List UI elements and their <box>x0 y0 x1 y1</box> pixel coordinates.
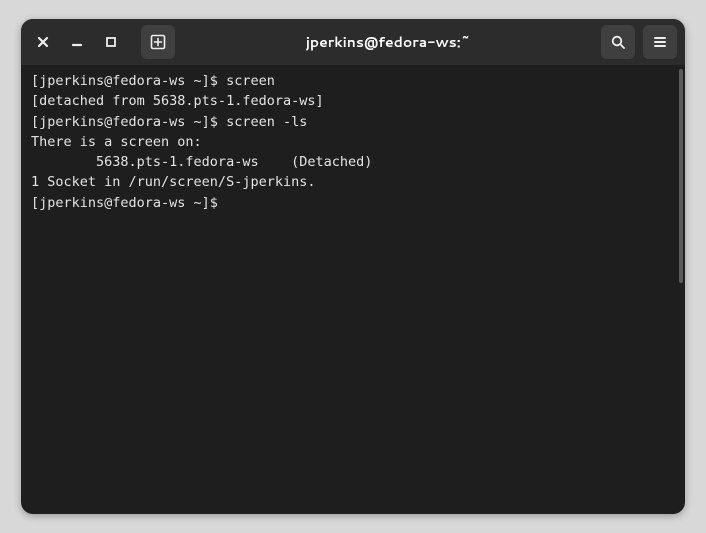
scrollbar-thumb[interactable] <box>679 69 683 283</box>
window-title: jperkins@fedora-ws:~ <box>181 32 595 52</box>
terminal-line: [jperkins@fedora-ws ~]$ <box>31 193 667 213</box>
terminal-line: 1 Socket in /run/screen/S-jperkins. <box>31 172 667 192</box>
terminal-window: jperkins@fedora-ws:~ [jperkins@fedora-ws… <box>21 19 685 514</box>
titlebar-left-controls <box>29 25 175 59</box>
terminal-line: [detached from 5638.pts-1.fedora-ws] <box>31 91 667 111</box>
scrollbar-track[interactable] <box>677 65 685 514</box>
close-button[interactable] <box>29 28 57 56</box>
new-tab-button[interactable] <box>141 25 175 59</box>
terminal-line: 5638.pts-1.fedora-ws (Detached) <box>31 152 667 172</box>
terminal-line: [jperkins@fedora-ws ~]$ screen -ls <box>31 112 667 132</box>
terminal-line: [jperkins@fedora-ws ~]$ screen <box>31 71 667 91</box>
titlebar-right-controls <box>601 25 677 59</box>
terminal-area: [jperkins@fedora-ws ~]$ screen[detached … <box>21 65 685 514</box>
minimize-button[interactable] <box>63 28 91 56</box>
search-button[interactable] <box>601 25 635 59</box>
titlebar: jperkins@fedora-ws:~ <box>21 19 685 65</box>
maximize-button[interactable] <box>97 28 125 56</box>
terminal-line: There is a screen on: <box>31 132 667 152</box>
terminal-output[interactable]: [jperkins@fedora-ws ~]$ screen[detached … <box>21 65 677 514</box>
menu-button[interactable] <box>643 25 677 59</box>
